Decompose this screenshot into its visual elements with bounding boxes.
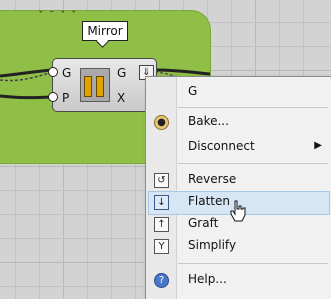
tooltip-label: Mirror <box>87 24 123 38</box>
mirror-icon <box>80 68 110 102</box>
submenu-arrow-icon: ▶ <box>314 140 322 151</box>
menu-separator <box>178 263 328 264</box>
canvas[interactable]: ˇ ˘ ˇ ˇ Mirror G P G X ⇓ G ● Bake... Dis… <box>0 0 331 299</box>
hand-cursor-icon <box>230 200 246 222</box>
input-g-grip[interactable] <box>48 67 58 77</box>
output-g-label[interactable]: G <box>117 66 126 80</box>
simplify-icon: Y <box>154 239 169 254</box>
mirror-icon-left-bar <box>84 76 92 97</box>
mirror-component[interactable]: G P G X ⇓ <box>48 58 157 112</box>
help-icon: ? <box>154 273 169 288</box>
menu-item-disconnect-label: Disconnect <box>188 139 255 153</box>
mirror-icon-right-bar <box>96 76 104 97</box>
menu-item-simplify-label: Simplify <box>188 238 237 252</box>
input-p-label[interactable]: P <box>62 91 69 105</box>
menu-item-graft-label: Graft <box>188 216 219 230</box>
component-tooltip: Mirror <box>82 21 128 41</box>
reverse-icon: ↺ <box>154 173 169 188</box>
menu-item-bake-label: Bake... <box>188 114 229 128</box>
menu-item-reverse[interactable]: ↺ Reverse <box>146 169 331 191</box>
output-x-label[interactable]: X <box>117 91 125 105</box>
menu-item-simplify[interactable]: Y Simplify <box>146 235 331 257</box>
graft-icon: ↑ <box>154 217 169 232</box>
bake-icon: ● <box>154 115 169 130</box>
menu-item-flatten-label: Flatten <box>188 194 230 208</box>
menu-item-help-label: Help... <box>188 272 227 286</box>
flatten-icon: ↓ <box>154 195 169 210</box>
menu-item-disconnect[interactable]: Disconnect ▶ <box>146 136 331 158</box>
menu-header-label: G <box>188 84 198 98</box>
menu-item-help[interactable]: ? Help... <box>146 269 331 291</box>
menu-item-reverse-label: Reverse <box>188 172 237 186</box>
wire-out-g <box>154 68 211 76</box>
wire-in-g <box>0 68 53 78</box>
input-p-grip[interactable] <box>48 92 58 102</box>
menu-header: G <box>146 81 331 103</box>
input-g-label[interactable]: G <box>62 66 71 80</box>
menu-item-bake[interactable]: ● Bake... <box>146 111 331 133</box>
wire-in-p <box>0 94 53 100</box>
menu-separator <box>178 107 328 108</box>
menu-separator <box>178 163 328 164</box>
context-menu: G ● Bake... Disconnect ▶ ↺ Reverse ↓ Fla… <box>145 76 331 299</box>
